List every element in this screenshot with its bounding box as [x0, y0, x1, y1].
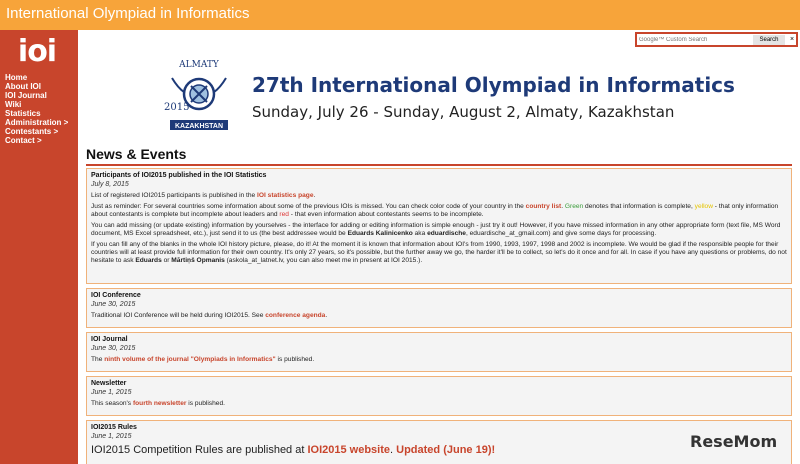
- journal-volume-link[interactable]: ninth volume of the journal "Olympiads i…: [104, 356, 275, 363]
- text: , eduardische_at_gmail.com) and give som…: [465, 230, 657, 237]
- contact-name: Eduards Kalinicenko: [347, 230, 413, 237]
- contact-nick: eduardische: [427, 230, 466, 237]
- news-paragraph: You can add missing (or update existing)…: [91, 222, 787, 238]
- search-box: Search ×: [635, 32, 798, 47]
- text: The: [91, 356, 105, 363]
- site-title[interactable]: International Olympiad in Informatics: [6, 5, 249, 22]
- news-paragraph: If you can fill any of the blanks in the…: [91, 241, 787, 265]
- nav-home[interactable]: Home: [5, 73, 68, 82]
- ioi-logo[interactable]: ioi: [4, 34, 70, 70]
- text: .: [325, 312, 328, 319]
- news-item-date: June 1, 2015: [91, 433, 132, 440]
- news-item-title: Participants of IOI2015 published in the…: [91, 172, 267, 179]
- red-label: red: [279, 211, 289, 218]
- news-paragraph: List of registered IOI2015 participants …: [91, 192, 787, 200]
- text: Traditional IOI Conference will be held …: [91, 312, 266, 319]
- nav-administration[interactable]: Administration >: [5, 118, 68, 127]
- news-item-title: IOI Journal: [91, 336, 128, 343]
- news-item-rules: IOI2015 Rules June 1, 2015 IOI2015 Compe…: [86, 420, 792, 464]
- newsletter-link[interactable]: fourth newsletter: [133, 400, 187, 407]
- news-paragraph: Just as reminder: For several countries …: [91, 203, 787, 219]
- nav-about-ioi[interactable]: About IOI: [5, 82, 68, 91]
- news-paragraph: Traditional IOI Conference will be held …: [91, 312, 787, 320]
- statistics-page-link[interactable]: IOI statistics page: [257, 192, 313, 199]
- news-item-title: IOI2015 Rules: [91, 424, 137, 431]
- text: or: [161, 257, 172, 264]
- watermark-logo: ReseMom: [690, 432, 778, 451]
- sidebar: ioi Home About IOI IOI Journal Wiki Stat…: [0, 30, 78, 464]
- news-item-title: Newsletter: [91, 380, 127, 387]
- news-item-date: June 1, 2015: [91, 389, 132, 396]
- emblem-country: KAZAKHSTAN: [175, 123, 223, 130]
- text: (askola_at_latnet.lv, you can also meet …: [224, 257, 423, 264]
- heading-divider: [86, 164, 792, 166]
- news-paragraph: IOI2015 Competition Rules are published …: [91, 444, 787, 457]
- text: aka: [412, 230, 428, 237]
- green-label: Green: [564, 203, 584, 210]
- country-list-link[interactable]: country list: [526, 203, 562, 210]
- search-button[interactable]: Search: [753, 35, 785, 45]
- emblem-city: ALMATY: [178, 60, 220, 70]
- news-item-title: IOI Conference: [91, 292, 141, 299]
- nav-wiki[interactable]: Wiki: [5, 100, 68, 109]
- news-item-date: June 30, 2015: [91, 301, 136, 308]
- sidebar-nav: Home About IOI IOI Journal Wiki Statisti…: [5, 73, 68, 145]
- text: Just as reminder: For several countries …: [91, 203, 526, 210]
- text: denotes that information is complete,: [583, 203, 695, 210]
- text: - that even information about contestant…: [288, 211, 484, 218]
- contact-name: Eduards: [135, 257, 162, 264]
- news-item-date: July 8, 2015: [91, 181, 129, 188]
- event-dates: Sunday, July 26 - Sunday, August 2, Alma…: [252, 103, 675, 121]
- news-item-journal: IOI Journal June 30, 2015 The ninth volu…: [86, 332, 792, 372]
- text: This season's: [91, 400, 133, 407]
- nav-contestants[interactable]: Contestants >: [5, 127, 68, 136]
- search-input[interactable]: [639, 35, 751, 45]
- ioi2015-emblem: ALMATY 2015 KAZAKHSTAN: [164, 60, 228, 130]
- news-item-date: June 30, 2015: [91, 345, 136, 352]
- clear-search-button[interactable]: ×: [787, 34, 797, 45]
- conference-agenda-link[interactable]: conference agenda: [265, 312, 325, 319]
- text: is published.: [186, 400, 225, 407]
- yellow-label: yellow: [694, 203, 713, 210]
- contact-name: Mārtiņš Opmanis: [171, 257, 225, 264]
- emblem-year: 2015: [164, 102, 189, 113]
- news-item-newsletter: Newsletter June 1, 2015 This season's fo…: [86, 376, 792, 416]
- text: .: [313, 192, 316, 199]
- nav-contact[interactable]: Contact >: [5, 136, 68, 145]
- news-item-conference: IOI Conference June 30, 2015 Traditional…: [86, 288, 792, 328]
- news-paragraph: The ninth volume of the journal "Olympia…: [91, 356, 787, 364]
- top-bar: International Olympiad in Informatics: [0, 0, 800, 30]
- news-paragraph: This season's fourth newsletter is publi…: [91, 400, 787, 408]
- text: List of registered IOI2015 participants …: [91, 192, 258, 199]
- ioi2015-website-link[interactable]: IOI2015 website: [307, 444, 390, 456]
- text: IOI2015 Competition Rules are published …: [91, 444, 308, 456]
- nav-ioi-journal[interactable]: IOI Journal: [5, 91, 68, 100]
- news-heading: News & Events: [86, 146, 187, 162]
- rules-update-link[interactable]: Updated (June 19)!: [396, 444, 495, 456]
- event-title: 27th International Olympiad in Informati…: [252, 73, 735, 97]
- news-item-participants: Participants of IOI2015 published in the…: [86, 168, 792, 284]
- nav-statistics[interactable]: Statistics: [5, 109, 68, 118]
- text: is published.: [275, 356, 315, 363]
